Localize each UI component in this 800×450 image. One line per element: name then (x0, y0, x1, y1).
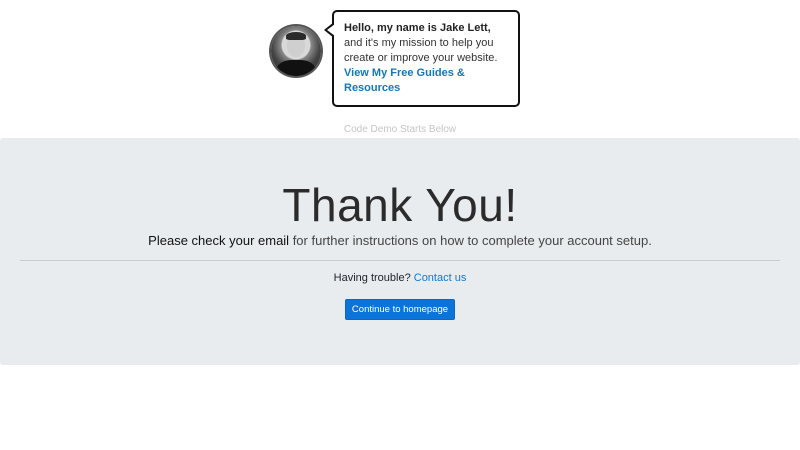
author-promo: Hello, my name is Jake Lett, and it's my… (271, 10, 521, 107)
demo-caption: Code Demo Starts Below (343, 124, 457, 135)
continue-button[interactable]: Continue to homepage (344, 299, 456, 320)
speech-bubble: Hello, my name is Jake Lett, and it's my… (324, 10, 520, 107)
contact-link[interactable]: Contact us (414, 272, 467, 284)
lead-strong: Please check your email (148, 233, 290, 248)
lead-text: Please check your email for further inst… (0, 233, 800, 248)
page: Hello, my name is Jake Lett, and it's my… (0, 0, 800, 450)
intro-name: Hello, my name is Jake Lett, (344, 22, 491, 34)
cta-wrap: Continue to homepage (0, 299, 800, 320)
guides-link[interactable]: View My Free Guides & Resources (344, 67, 465, 94)
divider (20, 260, 780, 261)
jumbotron: Thank You! Please check your email for f… (0, 138, 800, 365)
trouble-text: Having trouble? Contact us (0, 272, 800, 284)
avatar (271, 26, 321, 76)
intro-text: and it's my mission to help you create o… (344, 37, 498, 64)
page-title: Thank You! (282, 179, 518, 231)
trouble-label: Having trouble? (333, 272, 414, 284)
lead-rest: for further instructions on how to compl… (289, 233, 652, 248)
